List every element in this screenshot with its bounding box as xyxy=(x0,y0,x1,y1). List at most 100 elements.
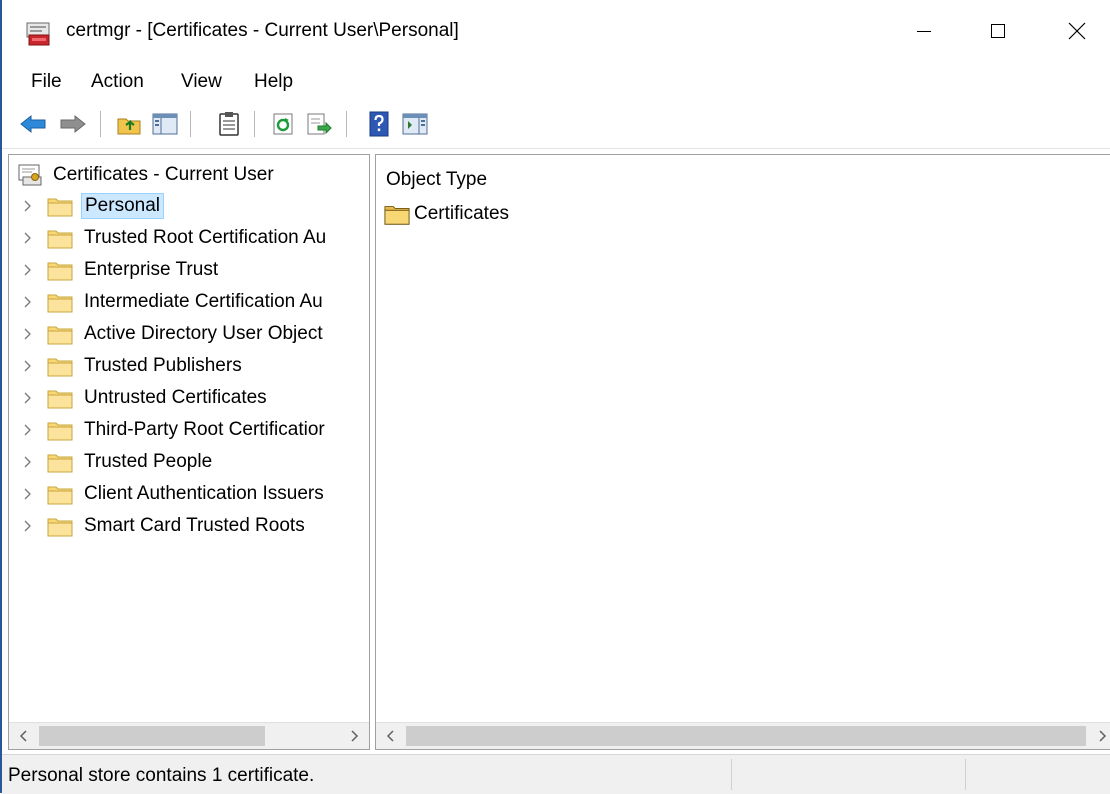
folder-icon xyxy=(384,203,410,225)
folder-icon xyxy=(47,291,73,313)
tree-item-label: Active Directory User Object xyxy=(84,323,323,344)
column-header-object-type[interactable]: Object Type xyxy=(386,169,487,191)
tree-item-personal[interactable]: Personal xyxy=(9,192,164,220)
help-button[interactable] xyxy=(364,109,394,139)
scroll-left-arrow[interactable] xyxy=(376,723,406,749)
up-one-level-icon xyxy=(117,118,141,135)
folder-icon xyxy=(47,515,73,537)
menu-view[interactable]: View xyxy=(181,71,222,93)
list-item-label: Certificates xyxy=(414,203,510,224)
folder-icon xyxy=(47,419,73,441)
certmgr-window: certmgr - [Certificates - Current User\P… xyxy=(0,0,1110,794)
tree-item-trusted-people[interactable]: Trusted People xyxy=(9,448,215,476)
results-horizontal-scrollbar[interactable] xyxy=(376,722,1110,749)
scroll-left-arrow[interactable] xyxy=(9,723,39,749)
tree-item-active-directory[interactable]: Active Directory User Object xyxy=(9,320,326,348)
minimize-icon xyxy=(917,31,931,32)
chevron-right-icon[interactable] xyxy=(9,352,47,380)
properties-button[interactable] xyxy=(214,109,244,139)
console-tree-pane: Certificates - Current User Personal Tru… xyxy=(8,154,370,750)
tree-item-client-auth-issuers[interactable]: Client Authentication Issuers xyxy=(9,480,327,508)
menu-action[interactable]: Action xyxy=(91,71,144,93)
title-bar[interactable]: certmgr - [Certificates - Current User\P… xyxy=(2,0,1110,62)
folder-icon xyxy=(47,387,73,409)
tree-item-label: Smart Card Trusted Roots xyxy=(84,515,305,536)
chevron-right-icon[interactable] xyxy=(9,256,47,284)
tree-item-label: Intermediate Certification Au xyxy=(84,291,323,312)
folder-icon xyxy=(47,451,73,473)
maximize-button[interactable] xyxy=(968,8,1028,54)
tree-item-label: Third-Party Root Certificatior xyxy=(84,419,325,440)
tree-item-trusted-publishers[interactable]: Trusted Publishers xyxy=(9,352,245,380)
help-icon xyxy=(369,111,389,137)
show-hide-action-pane-button[interactable] xyxy=(400,109,430,139)
scroll-right-arrow[interactable] xyxy=(339,723,369,749)
chevron-right-icon[interactable] xyxy=(9,224,47,252)
tree-item-enterprise-trust[interactable]: Enterprise Trust xyxy=(9,256,221,284)
tree-item-third-party-root[interactable]: Third-Party Root Certificatior xyxy=(9,416,328,444)
back-arrow-icon xyxy=(20,114,46,134)
export-list-icon xyxy=(307,113,332,135)
forward-arrow-icon xyxy=(60,114,86,134)
tree-item-untrusted[interactable]: Untrusted Certificates xyxy=(9,384,270,412)
chevron-right-icon xyxy=(1099,730,1107,742)
status-divider xyxy=(731,759,732,790)
folder-icon xyxy=(47,195,73,217)
window-title: certmgr - [Certificates - Current User\P… xyxy=(66,20,459,41)
scrollbar-thumb[interactable] xyxy=(39,726,265,746)
back-button[interactable] xyxy=(18,109,48,139)
chevron-right-icon[interactable] xyxy=(9,480,47,508)
tree-item-label: Trusted People xyxy=(84,451,213,472)
close-icon xyxy=(1068,22,1086,40)
folder-icon xyxy=(47,259,73,281)
folder-icon xyxy=(47,227,73,249)
chevron-right-icon[interactable] xyxy=(9,320,47,348)
export-list-button[interactable] xyxy=(304,109,334,139)
status-divider xyxy=(965,759,966,790)
tree-item-trusted-root[interactable]: Trusted Root Certification Au xyxy=(9,224,329,252)
tree-item-label: Enterprise Trust xyxy=(84,259,219,280)
tree-item-intermediate[interactable]: Intermediate Certification Au xyxy=(9,288,326,316)
menu-bar: File Action View Help xyxy=(2,62,1110,100)
tree-root-label: Certificates - Current User xyxy=(53,164,274,185)
tree-item-smart-card-roots[interactable]: Smart Card Trusted Roots xyxy=(9,512,308,540)
show-hide-console-tree-button[interactable] xyxy=(150,109,180,139)
chevron-right-icon[interactable] xyxy=(9,416,47,444)
tree-item-label: Trusted Root Certification Au xyxy=(84,227,327,248)
toolbar-separator xyxy=(190,111,191,137)
folder-icon xyxy=(47,483,73,505)
menu-help[interactable]: Help xyxy=(254,71,293,93)
tree-root[interactable]: Certificates - Current User xyxy=(17,161,274,189)
toolbar xyxy=(2,100,1110,149)
forward-button[interactable] xyxy=(58,109,88,139)
folder-icon xyxy=(47,355,73,377)
chevron-right-icon[interactable] xyxy=(9,448,47,476)
folder-icon xyxy=(47,323,73,345)
toolbar-separator xyxy=(254,111,255,137)
show-hide-console-tree-icon xyxy=(152,113,178,135)
close-button[interactable] xyxy=(1047,8,1107,54)
chevron-right-icon[interactable] xyxy=(9,192,47,220)
status-text: Personal store contains 1 certificate. xyxy=(8,765,315,786)
tree-horizontal-scrollbar[interactable] xyxy=(9,722,369,749)
list-item-certificates[interactable]: Certificates xyxy=(384,203,509,225)
chevron-right-icon[interactable] xyxy=(9,512,47,540)
properties-icon xyxy=(219,112,239,136)
tree-item-label: Trusted Publishers xyxy=(84,355,242,376)
results-pane: Object Type Certificates xyxy=(375,154,1110,750)
chevron-right-icon xyxy=(351,730,359,742)
chevron-right-icon[interactable] xyxy=(9,288,47,316)
tree-item-label: Client Authentication Issuers xyxy=(84,483,324,504)
tree-item-label: Personal xyxy=(81,193,164,219)
up-one-level-button[interactable] xyxy=(114,109,144,139)
toolbar-separator xyxy=(100,111,101,137)
chevron-left-icon xyxy=(386,730,394,742)
minimize-button[interactable] xyxy=(894,8,954,54)
chevron-right-icon[interactable] xyxy=(9,384,47,412)
refresh-button[interactable] xyxy=(268,109,298,139)
menu-file[interactable]: File xyxy=(31,71,62,93)
scroll-right-arrow[interactable] xyxy=(1087,723,1110,749)
scrollbar-thumb[interactable] xyxy=(406,726,1086,746)
refresh-icon xyxy=(273,113,293,135)
show-hide-action-pane-icon xyxy=(402,113,428,135)
